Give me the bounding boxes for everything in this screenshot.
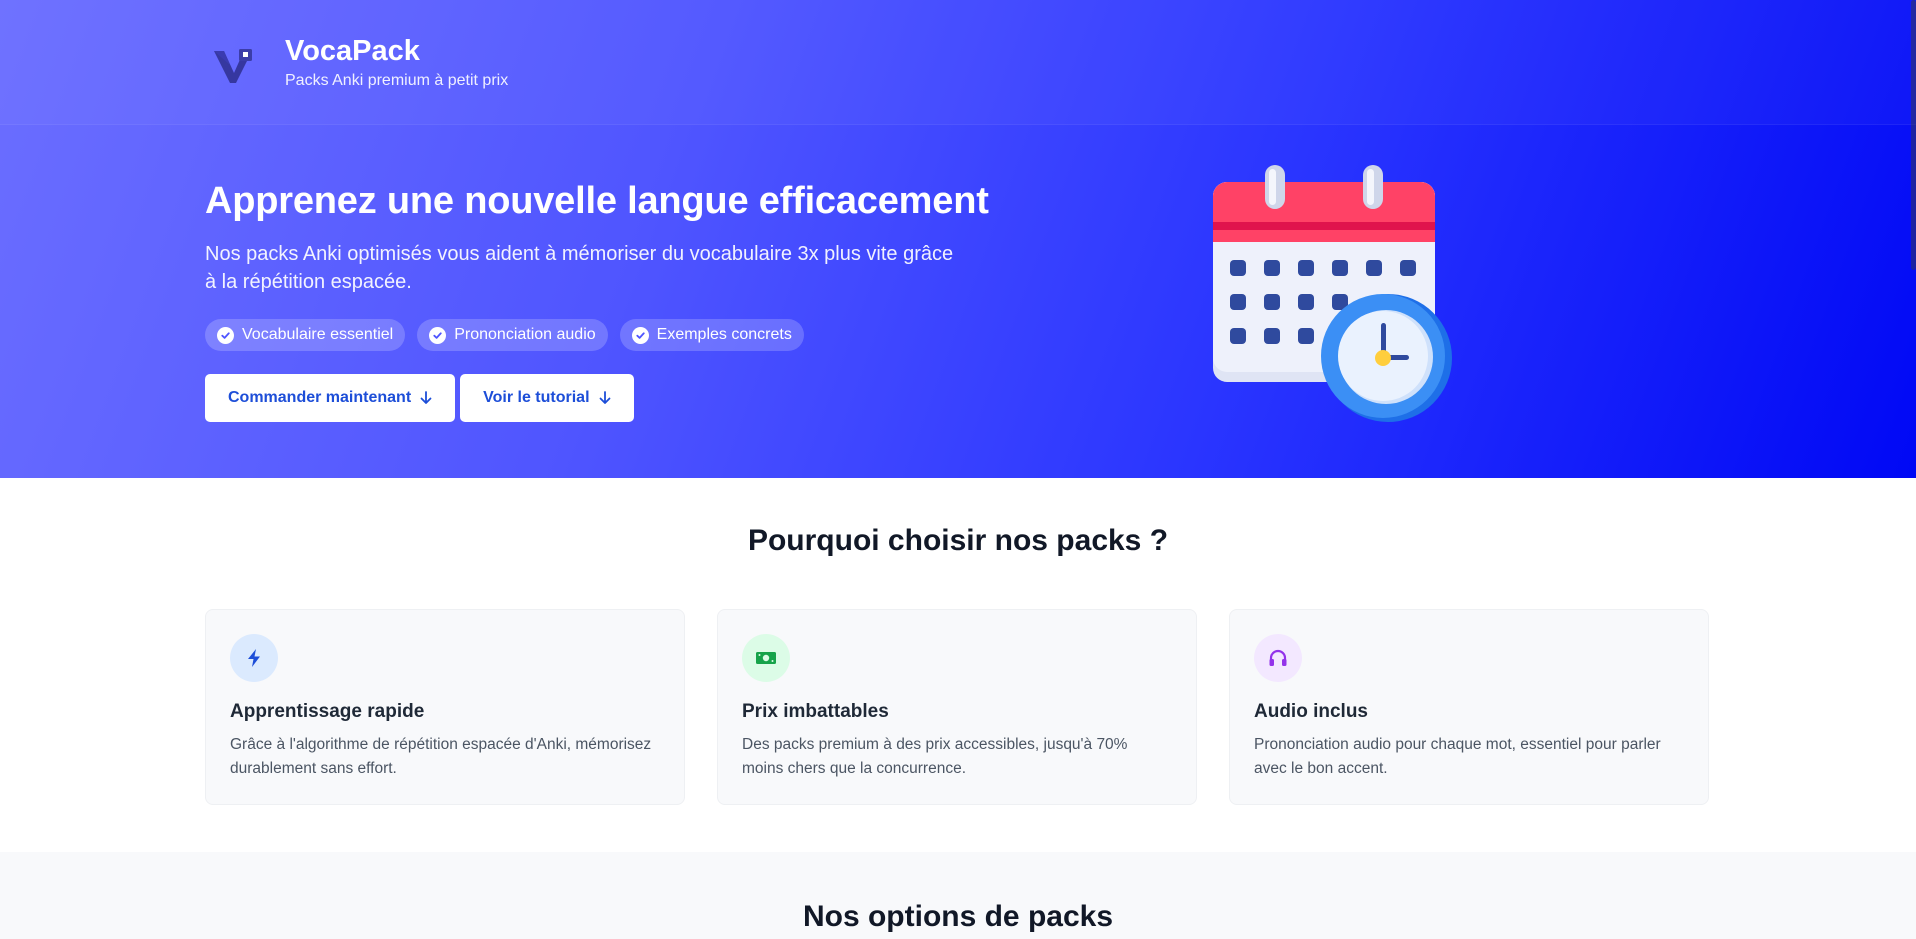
money-bill-icon [756, 652, 776, 664]
chip-vocabulaire: Vocabulaire essentiel [205, 319, 406, 351]
chip-label: Exemples concrets [656, 326, 792, 343]
feature-cards: Apprentissage rapide Grâce à l'algorithm… [205, 609, 1709, 805]
card-text: Grâce à l'algorithme de répétition espac… [230, 736, 652, 777]
features-title: Pourquoi choisir nos packs ? [747, 524, 1169, 557]
hero-buttons: Commander maintenant Voir le tutorial [205, 374, 634, 422]
hero-section: VocaPack Packs Anki premium à petit prix… [0, 0, 1916, 478]
site-header: VocaPack Packs Anki premium à petit prix [0, 0, 1916, 125]
card-title: Prix imbattables [742, 701, 889, 722]
card-text: Des packs premium à des prix accessibles… [742, 736, 1128, 777]
order-now-button[interactable]: Commander maintenant [205, 374, 456, 422]
chip-prononciation: Prononciation audio [417, 319, 608, 351]
arrow-down-icon [599, 391, 610, 404]
hero-title: Apprenez une nouvelle langue efficacemen… [205, 180, 989, 222]
options-title: Nos options de packs [802, 900, 1114, 933]
brand-name: VocaPack [285, 35, 420, 67]
card-icon-wrap [742, 634, 790, 682]
calendar-clock-illustration [1213, 165, 1452, 422]
chip-label: Prononciation audio [454, 326, 596, 343]
check-circle-icon [631, 326, 649, 344]
feature-chips: Vocabulaire essentiel Prononciation audi… [205, 319, 804, 351]
view-tutorial-button[interactable]: Voir le tutorial [460, 374, 634, 422]
headphones-icon [1269, 649, 1287, 666]
check-circle-icon [217, 326, 234, 344]
arrow-down-icon [420, 391, 432, 404]
feature-card-audio: Audio inclus Prononciation audio pour ch… [1229, 609, 1709, 805]
brand-tagline: Packs Anki premium à petit prix [285, 72, 509, 89]
view-tutorial-label: Voir le tutorial [483, 389, 590, 406]
order-now-label: Commander maintenant [228, 389, 412, 406]
brand[interactable]: VocaPack Packs Anki premium à petit prix [212, 34, 508, 90]
page-scrollbar[interactable] [1911, 0, 1916, 270]
check-circle-icon [429, 326, 447, 344]
card-title: Audio inclus [1254, 701, 1368, 722]
feature-card-prix: Prix imbattables Des packs premium à des… [717, 609, 1197, 805]
feature-card-apprentissage: Apprentissage rapide Grâce à l'algorithm… [205, 609, 685, 805]
card-title: Apprentissage rapide [230, 701, 425, 722]
lightning-bolt-icon [248, 649, 260, 667]
card-icon-wrap [1254, 634, 1302, 682]
chip-exemples: Exemples concrets [619, 319, 804, 351]
card-icon-wrap [230, 634, 278, 682]
vocapack-logo-icon [214, 49, 252, 83]
hero-subtitle: Nos packs Anki optimisés vous aident à m… [205, 243, 954, 293]
card-text: Prononciation audio pour chaque mot, ess… [1254, 736, 1661, 777]
chip-label: Vocabulaire essentiel [242, 326, 394, 343]
